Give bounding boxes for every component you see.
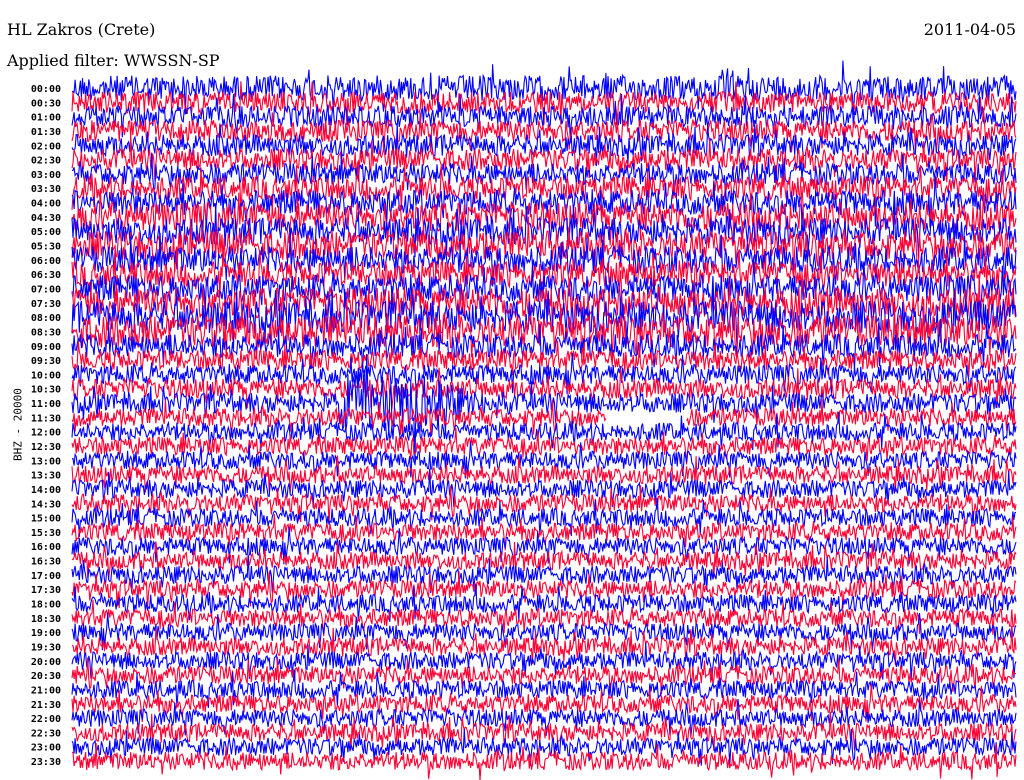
- time-tick-label: 14:00: [31, 485, 61, 496]
- time-tick-label: 00:30: [31, 98, 61, 109]
- time-tick-label: 18:00: [31, 600, 61, 611]
- time-tick-label: 10:30: [31, 385, 61, 396]
- time-tick-label: 18:30: [31, 614, 61, 625]
- time-tick-label: 07:00: [31, 284, 61, 295]
- time-tick-label: 21:00: [31, 685, 61, 696]
- helicorder-plot: 00:00 00:30 01:00 01:30 02:00 02:30 03:00 03:30…: [31, 60, 1017, 780]
- time-tick-label: 10:00: [31, 370, 61, 381]
- time-tick-label: 20:30: [31, 671, 61, 682]
- time-tick-label: 05:30: [31, 242, 61, 253]
- time-tick-label: 04:30: [31, 213, 61, 224]
- time-tick-label: 00:00: [31, 84, 61, 95]
- time-tick-label: 03:00: [31, 170, 61, 181]
- time-tick-label: 11:00: [31, 399, 61, 410]
- time-tick-label: 12:00: [31, 428, 61, 439]
- time-tick-label: 17:00: [31, 571, 61, 582]
- time-tick-label: 11:30: [31, 413, 61, 424]
- time-tick-label: 07:30: [31, 299, 61, 310]
- time-tick-label: 19:00: [31, 628, 61, 639]
- time-tick-label: 13:30: [31, 471, 61, 482]
- time-tick-label: 13:00: [31, 456, 61, 467]
- time-tick-label: 19:30: [31, 642, 61, 653]
- seismic-trace: [71, 541, 1017, 580]
- time-tick-label: 08:30: [31, 327, 61, 338]
- time-tick-label: 15:00: [31, 514, 61, 525]
- time-tick-label: 09:00: [31, 342, 61, 353]
- time-tick-label: 03:30: [31, 184, 61, 195]
- time-tick-label: 05:00: [31, 227, 61, 238]
- time-tick-label: 22:00: [31, 714, 61, 725]
- time-tick-label: 06:00: [31, 256, 61, 267]
- time-tick-label: 23:00: [31, 743, 61, 754]
- time-tick-label: 21:30: [31, 700, 61, 711]
- time-tick-label: 02:00: [31, 141, 61, 152]
- time-tick-label: 08:00: [31, 313, 61, 324]
- time-tick-label: 14:30: [31, 499, 61, 510]
- time-tick-label: 01:30: [31, 127, 61, 138]
- time-tick-label: 06:30: [31, 270, 61, 281]
- time-tick-label: 16:30: [31, 557, 61, 568]
- time-tick-label: 02:30: [31, 156, 61, 167]
- time-tick-label: 09:30: [31, 356, 61, 367]
- time-tick-label: 23:30: [31, 757, 61, 768]
- time-tick-label: 04:00: [31, 199, 61, 210]
- time-tick-label: 17:30: [31, 585, 61, 596]
- time-tick-label: 16:00: [31, 542, 61, 553]
- time-tick-label: 15:30: [31, 528, 61, 539]
- time-tick-label: 01:00: [31, 113, 61, 124]
- time-tick-label: 22:30: [31, 728, 61, 739]
- time-tick-label: 12:30: [31, 442, 61, 453]
- time-tick-label: 20:00: [31, 657, 61, 668]
